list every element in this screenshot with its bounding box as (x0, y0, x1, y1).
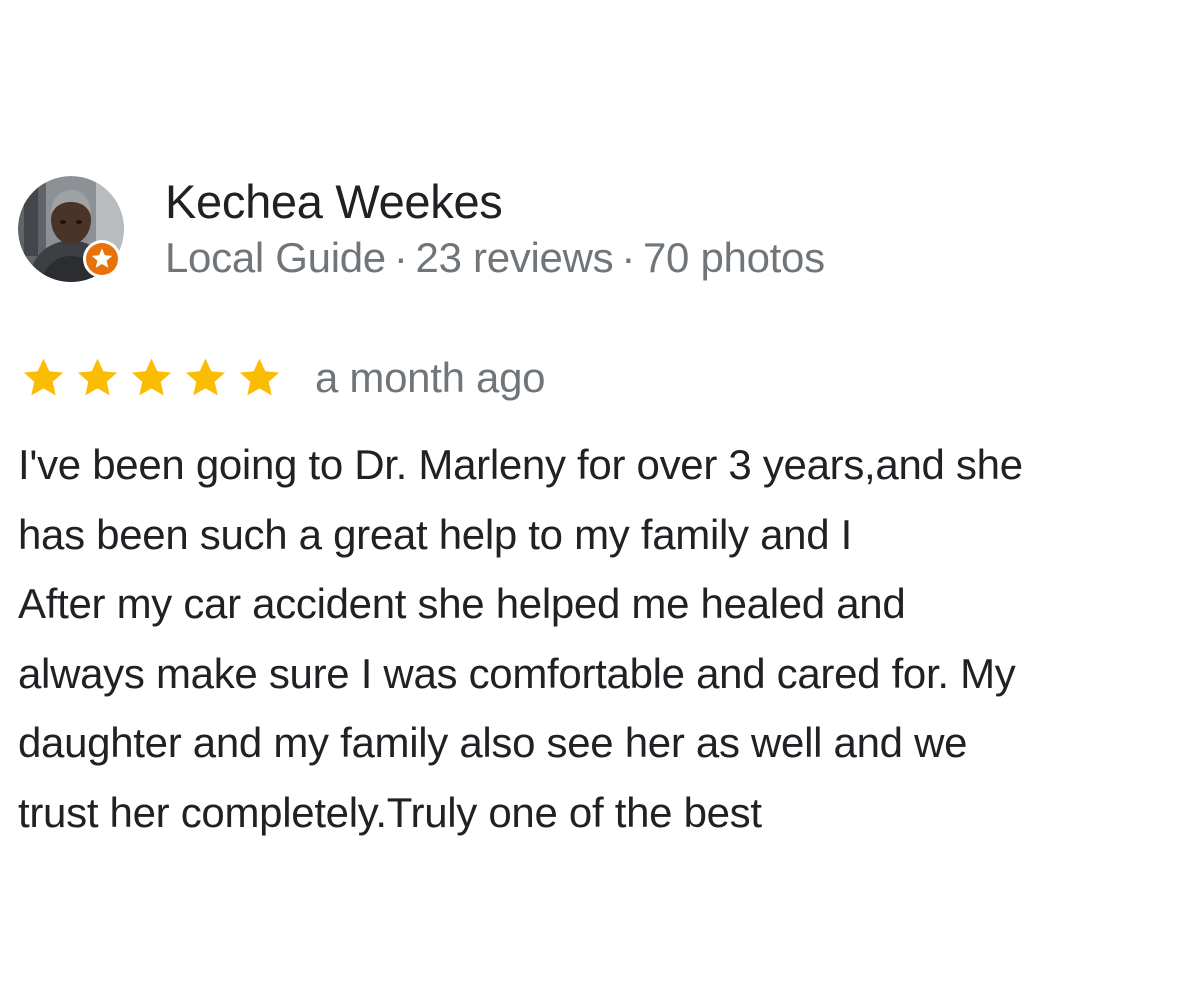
meta-separator: · (621, 234, 635, 281)
review-text-line: has been such a great help to my family … (18, 510, 852, 558)
star-icon (131, 358, 172, 396)
author-meta: Local Guide · 23 reviews · 70 photos (165, 234, 825, 282)
review-card: Kechea Weekes Local Guide · 23 reviews · 70 … (18, 176, 1188, 847)
meta-separator: · (393, 234, 408, 281)
review-text-line: After my car accident she helped me heal… (18, 580, 906, 627)
review-text-line: I've been going to Dr. Marleny for over … (18, 441, 1023, 488)
rating-row: a month ago (18, 354, 1188, 402)
reviews-count: 23 reviews (415, 234, 614, 281)
star-rating (18, 354, 285, 402)
author-info: Kechea Weekes Local Guide · 23 reviews · 70 … (165, 176, 825, 282)
star-icon (239, 358, 280, 396)
star-icon (185, 358, 226, 396)
author-avatar[interactable] (18, 176, 124, 282)
review-text-line: daughter and my family also see her as w… (18, 719, 968, 766)
author-name[interactable]: Kechea Weekes (165, 176, 825, 228)
star-icon (77, 358, 118, 396)
review-text-line: trust her completely.Truly one of the be… (18, 788, 762, 836)
local-guide-label: Local Guide (165, 234, 386, 281)
review-header: Kechea Weekes Local Guide · 23 reviews · 70 … (18, 176, 1188, 286)
photos-count: 70 photos (643, 234, 825, 281)
review-text: I've been going to Dr. Marleny for over … (18, 430, 1188, 847)
review-text-line: always make sure I was comfortable and c… (18, 649, 1016, 697)
star-icon (23, 358, 64, 396)
review-time: a month ago (315, 354, 546, 401)
local-guide-badge-icon (83, 240, 121, 278)
